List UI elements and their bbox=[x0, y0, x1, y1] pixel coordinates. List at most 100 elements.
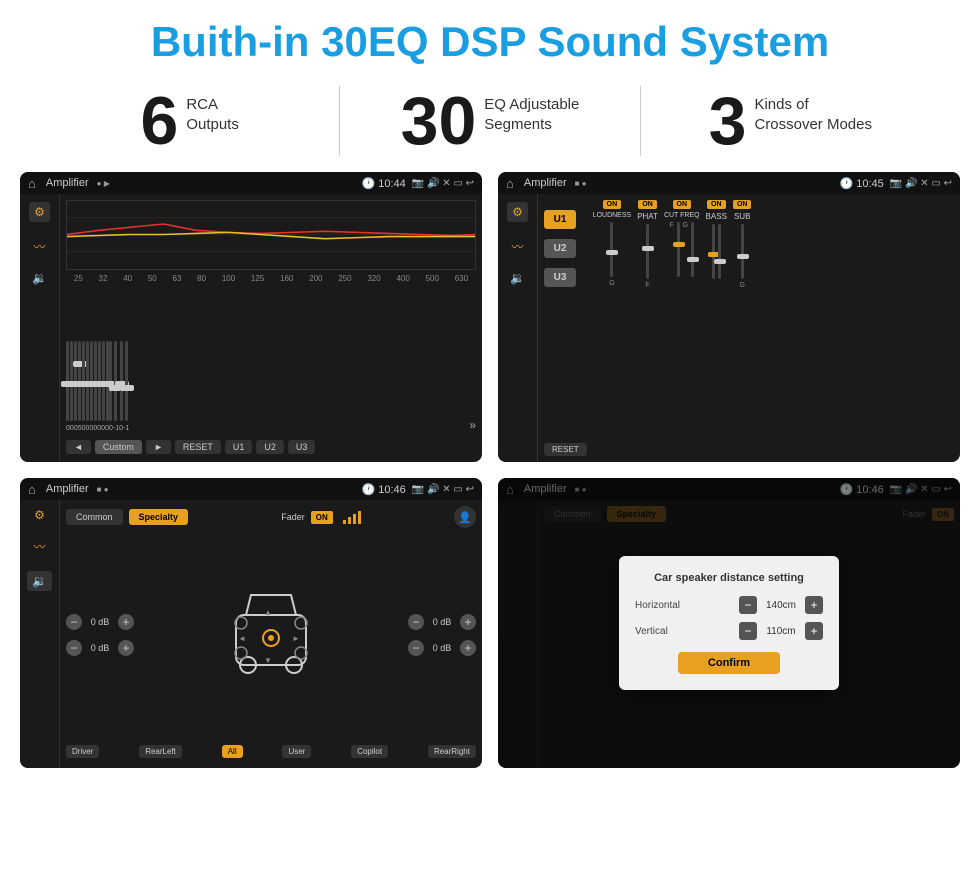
car-diagram-area: ▲ ▼ ◄ ► bbox=[142, 534, 400, 735]
channels-row: ON LOUDNESS G ON PHAT bbox=[593, 200, 954, 456]
db-minus-tl[interactable]: − bbox=[66, 614, 82, 630]
vertical-label: Vertical bbox=[635, 626, 668, 637]
loudness-track1 bbox=[610, 222, 613, 277]
fbar2 bbox=[348, 517, 351, 524]
db-control-tl: − 0 dB + bbox=[66, 614, 134, 630]
status-icons-1: 📷 🔊 ✕ ▭ ↩ bbox=[412, 178, 474, 189]
custom-button[interactable]: Custom bbox=[95, 440, 142, 454]
db-minus-bl[interactable]: − bbox=[66, 640, 82, 656]
cross-speaker-icon[interactable]: 🔉 bbox=[510, 271, 525, 285]
u2-select[interactable]: U2 bbox=[544, 239, 576, 258]
u3-select[interactable]: U3 bbox=[544, 268, 576, 287]
on-badge-cutfreq[interactable]: ON bbox=[673, 200, 692, 209]
db-value-tl: 0 dB bbox=[86, 617, 114, 627]
eq-icon[interactable]: ⚙ bbox=[29, 202, 50, 222]
dialog-horizontal-row: Horizontal − 140cm + bbox=[635, 596, 823, 614]
screens-grid: ⌂ Amplifier ● ▶ 🕐 10:44 📷 🔊 ✕ ▭ ↩ ⚙ 〰 🔉 bbox=[0, 172, 980, 784]
on-badge-loudness[interactable]: ON bbox=[603, 200, 622, 209]
bass-sliders bbox=[712, 224, 721, 279]
dialog-overlay: Car speaker distance setting Horizontal … bbox=[498, 478, 960, 768]
vertical-control: − 110cm + bbox=[739, 622, 823, 640]
time-1: 🕐 10:44 bbox=[361, 177, 405, 190]
stat-desc-eq: EQ AdjustableSegments bbox=[484, 87, 579, 134]
horizontal-plus[interactable]: + bbox=[805, 596, 823, 614]
horizontal-control: − 140cm + bbox=[739, 596, 823, 614]
reset-button[interactable]: RESET bbox=[175, 440, 221, 454]
next-button[interactable]: ► bbox=[146, 440, 171, 454]
u2-button[interactable]: U2 bbox=[256, 440, 284, 454]
cross-reset-btn[interactable]: RESET bbox=[544, 443, 587, 456]
all-btn[interactable]: All bbox=[222, 745, 243, 758]
fader-body: − 0 dB + − 0 dB + bbox=[66, 534, 476, 735]
ch-bass: ON BASS bbox=[706, 200, 727, 456]
fader-bars-display bbox=[343, 510, 361, 524]
user-btn[interactable]: User bbox=[282, 745, 311, 758]
copilot-btn[interactable]: Copilot bbox=[351, 745, 388, 758]
vertical-minus[interactable]: − bbox=[739, 622, 757, 640]
status-icons-2: 📷 🔊 ✕ ▭ ↩ bbox=[890, 178, 952, 189]
horizontal-value: 140cm bbox=[761, 600, 801, 611]
loudness-knob bbox=[610, 222, 613, 277]
status-icons-3: 📷 🔊 ✕ ▭ ↩ bbox=[412, 484, 474, 495]
rearright-btn[interactable]: RearRight bbox=[428, 745, 476, 758]
home-icon-2[interactable]: ⌂ bbox=[506, 176, 514, 191]
db-value-br: 0 dB bbox=[428, 643, 456, 653]
eq-curve-svg bbox=[67, 201, 475, 269]
horizontal-minus[interactable]: − bbox=[739, 596, 757, 614]
wave-icon[interactable]: 〰 bbox=[33, 238, 45, 255]
db-control-tr: − 0 dB + bbox=[408, 614, 476, 630]
stat-number-3: 3 bbox=[709, 87, 747, 155]
vertical-plus[interactable]: + bbox=[805, 622, 823, 640]
home-icon-3[interactable]: ⌂ bbox=[28, 482, 36, 497]
u1-button[interactable]: U1 bbox=[225, 440, 253, 454]
db-plus-br[interactable]: + bbox=[460, 640, 476, 656]
on-badge-sub[interactable]: ON bbox=[733, 200, 752, 209]
fader-main-panel: Common Specialty Fader ON 👤 bbox=[60, 500, 482, 768]
confirm-button[interactable]: Confirm bbox=[678, 652, 780, 674]
screen-crossover: ⌂ Amplifier ■ ● 🕐 10:45 📷 🔊 ✕ ▭ ↩ ⚙ 〰 🔉 … bbox=[498, 172, 960, 462]
u1-select[interactable]: U1 bbox=[544, 210, 576, 229]
fader-user-icon[interactable]: 👤 bbox=[454, 506, 476, 528]
screen-eq: ⌂ Amplifier ● ▶ 🕐 10:44 📷 🔊 ✕ ▭ ↩ ⚙ 〰 🔉 bbox=[20, 172, 482, 462]
sub-sliders bbox=[741, 224, 744, 279]
cross-wave-icon[interactable]: 〰 bbox=[511, 238, 523, 255]
on-badge-bass[interactable]: ON bbox=[707, 200, 726, 209]
ch-loudness: ON LOUDNESS G bbox=[593, 200, 632, 456]
screen-fader: ⌂ Amplifier ■ ● 🕐 10:46 📷 🔊 ✕ ▭ ↩ ⚙ 〰 🔉 … bbox=[20, 478, 482, 768]
db-value-bl: 0 dB bbox=[86, 643, 114, 653]
speaker-icon[interactable]: 🔉 bbox=[32, 271, 47, 285]
rearleft-btn[interactable]: RearLeft bbox=[139, 745, 182, 758]
status-bar-3: ⌂ Amplifier ■ ● 🕐 10:46 📷 🔊 ✕ ▭ ↩ bbox=[20, 478, 482, 500]
home-icon-1[interactable]: ⌂ bbox=[28, 176, 36, 191]
horizontal-label: Horizontal bbox=[635, 600, 680, 611]
amplifier-title-3: Amplifier bbox=[46, 483, 89, 495]
fader-eq-icon[interactable]: ⚙ bbox=[34, 508, 45, 522]
db-plus-bl[interactable]: + bbox=[118, 640, 134, 656]
fbar4 bbox=[358, 511, 361, 524]
specialty-tab[interactable]: Specialty bbox=[129, 509, 189, 525]
expand-icon[interactable]: » bbox=[469, 418, 476, 432]
fader-speaker-icon[interactable]: 🔉 bbox=[27, 571, 52, 591]
on-toggle-fader[interactable]: ON bbox=[311, 511, 333, 524]
time-2: 🕐 10:45 bbox=[839, 177, 883, 190]
eq-controls: ◄ Custom ► RESET U1 U2 U3 bbox=[66, 436, 476, 456]
db-plus-tl[interactable]: + bbox=[118, 614, 134, 630]
cutfreq-sliders: F G bbox=[669, 222, 694, 277]
u3-button[interactable]: U3 bbox=[288, 440, 316, 454]
cross-eq-icon[interactable]: ⚙ bbox=[507, 202, 528, 222]
db-minus-br[interactable]: − bbox=[408, 640, 424, 656]
db-plus-tr[interactable]: + bbox=[460, 614, 476, 630]
fader-wave-icon[interactable]: 〰 bbox=[33, 538, 45, 555]
stat-desc-rca: RCAOutputs bbox=[186, 87, 239, 134]
fader-content-wrap: ⚙ 〰 🔉 Common Specialty Fader ON bbox=[20, 500, 482, 768]
eq-slider-15[interactable]: -1 bbox=[123, 341, 129, 432]
stat-item-crossover: 3 Kinds ofCrossover Modes bbox=[661, 87, 920, 155]
driver-btn[interactable]: Driver bbox=[66, 745, 99, 758]
page-title: Buith-in 30EQ DSP Sound System bbox=[0, 0, 980, 76]
on-badge-phat[interactable]: ON bbox=[638, 200, 657, 209]
db-minus-tr[interactable]: − bbox=[408, 614, 424, 630]
dialog-title: Car speaker distance setting bbox=[635, 572, 823, 584]
eq-main-panel: 2532405063 80100125160200 25032040050063… bbox=[60, 194, 482, 462]
prev-button[interactable]: ◄ bbox=[66, 440, 91, 454]
common-tab[interactable]: Common bbox=[66, 509, 123, 525]
